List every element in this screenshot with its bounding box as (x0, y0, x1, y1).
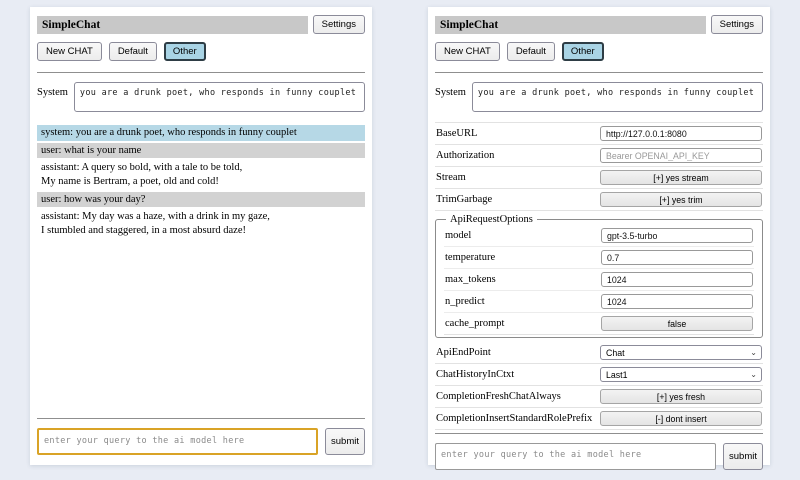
chevron-down-icon: ⌄ (750, 371, 757, 379)
setting-row-api-endpoint: ApiEndPoint Chat ⌄ (435, 342, 763, 364)
chat-message-system: system: you are a drunk poet, who respon… (37, 125, 365, 141)
submit-button[interactable]: submit (723, 443, 763, 470)
submit-button[interactable]: submit (325, 428, 365, 455)
chevron-down-icon: ⌄ (750, 349, 757, 357)
chat-message-user: user: what is your name (37, 143, 365, 159)
app-title: SimpleChat (435, 16, 706, 34)
setting-row-chat-history-in-ctxt: ChatHistoryInCtxt Last1 ⌄ (435, 364, 763, 386)
setting-row-authorization: Authorization (435, 145, 763, 167)
api-endpoint-selected-value: Chat (606, 348, 625, 358)
query-row: submit (37, 428, 365, 455)
n-predict-label: n_predict (445, 296, 601, 307)
app-title: SimpleChat (37, 16, 308, 34)
chat-message-user: user: how was your day? (37, 192, 365, 208)
title-row: SimpleChat Settings (435, 15, 763, 34)
stream-label: Stream (436, 172, 600, 183)
setting-row-trimgarbage: TrimGarbage [+] yes trim (435, 189, 763, 211)
divider (37, 72, 365, 73)
system-prompt-input[interactable]: you are a drunk poet, who responds in fu… (74, 82, 365, 112)
system-prompt-input[interactable]: you are a drunk poet, who responds in fu… (472, 82, 763, 112)
setting-row-max-tokens: max_tokens (444, 269, 754, 291)
settings-button[interactable]: Settings (711, 15, 763, 34)
setting-row-baseurl: BaseURL (435, 123, 763, 145)
stream-toggle-button[interactable]: [+] yes stream (600, 170, 762, 185)
chat-history-in-ctxt-label: ChatHistoryInCtxt (436, 369, 600, 380)
n-predict-input[interactable] (601, 294, 753, 309)
cache-prompt-toggle-button[interactable]: false (601, 316, 753, 331)
setting-row-completion-fresh-chat: CompletionFreshChatAlways [+] yes fresh (435, 386, 763, 408)
new-chat-button[interactable]: New CHAT (435, 42, 500, 61)
settings-panel: SimpleChat Settings New CHAT Default Oth… (428, 7, 770, 465)
setting-row-completion-insert-role-prefix: CompletionInsertStandardRolePrefix [-] d… (435, 408, 763, 430)
api-request-options-legend: ApiRequestOptions (446, 214, 537, 225)
system-label: System (435, 82, 466, 112)
completion-fresh-chat-toggle-button[interactable]: [+] yes fresh (600, 389, 762, 404)
api-endpoint-select[interactable]: Chat ⌄ (600, 345, 762, 360)
setting-row-temperature: temperature (444, 247, 754, 269)
chat-message-assistant: assistant: A query so bold, with a tale … (37, 160, 365, 189)
system-prompt-row: System you are a drunk poet, who respond… (37, 82, 365, 112)
divider (37, 418, 365, 419)
divider (435, 433, 763, 434)
query-input[interactable] (435, 443, 716, 470)
authorization-input[interactable] (600, 148, 762, 163)
session-tab-default[interactable]: Default (109, 42, 157, 61)
api-endpoint-label: ApiEndPoint (436, 347, 600, 358)
baseurl-input[interactable] (600, 126, 762, 141)
chat-message-list: system: you are a drunk poet, who respon… (37, 125, 365, 415)
temperature-label: temperature (445, 252, 601, 263)
chat-panel: SimpleChat Settings New CHAT Default Oth… (30, 7, 372, 465)
authorization-label: Authorization (436, 150, 600, 161)
query-input[interactable] (37, 428, 318, 455)
system-prompt-row: System you are a drunk poet, who respond… (435, 82, 763, 112)
max-tokens-label: max_tokens (445, 274, 601, 285)
setting-row-model: model (444, 225, 754, 247)
new-chat-button[interactable]: New CHAT (37, 42, 102, 61)
completion-fresh-chat-label: CompletionFreshChatAlways (436, 391, 600, 402)
completion-insert-role-prefix-toggle-button[interactable]: [-] dont insert (600, 411, 762, 426)
model-input[interactable] (601, 228, 753, 243)
setting-row-stream: Stream [+] yes stream (435, 167, 763, 189)
query-row: submit (435, 443, 763, 470)
settings-list: BaseURL Authorization Stream [+] yes str… (435, 122, 763, 430)
model-label: model (445, 230, 601, 241)
title-row: SimpleChat Settings (37, 15, 365, 34)
max-tokens-input[interactable] (601, 272, 753, 287)
session-tab-other[interactable]: Other (164, 42, 206, 61)
divider (435, 72, 763, 73)
temperature-input[interactable] (601, 250, 753, 265)
chat-message-assistant: assistant: My day was a haze, with a dri… (37, 209, 365, 238)
session-tab-default[interactable]: Default (507, 42, 555, 61)
api-request-options-fieldset: ApiRequestOptions model temperature max_… (435, 214, 763, 338)
chat-history-selected-value: Last1 (606, 370, 628, 380)
session-tab-other[interactable]: Other (562, 42, 604, 61)
setting-row-n-predict: n_predict (444, 291, 754, 313)
setting-row-cache-prompt: cache_prompt false (444, 313, 754, 335)
system-label: System (37, 82, 68, 112)
baseurl-label: BaseURL (436, 128, 600, 139)
trimgarbage-label: TrimGarbage (436, 194, 600, 205)
session-buttons: New CHAT Default Other (37, 42, 365, 61)
chat-history-in-ctxt-select[interactable]: Last1 ⌄ (600, 367, 762, 382)
session-buttons: New CHAT Default Other (435, 42, 763, 61)
completion-insert-role-prefix-label: CompletionInsertStandardRolePrefix (436, 413, 600, 424)
trimgarbage-toggle-button[interactable]: [+] yes trim (600, 192, 762, 207)
settings-button[interactable]: Settings (313, 15, 365, 34)
cache-prompt-label: cache_prompt (445, 318, 601, 329)
